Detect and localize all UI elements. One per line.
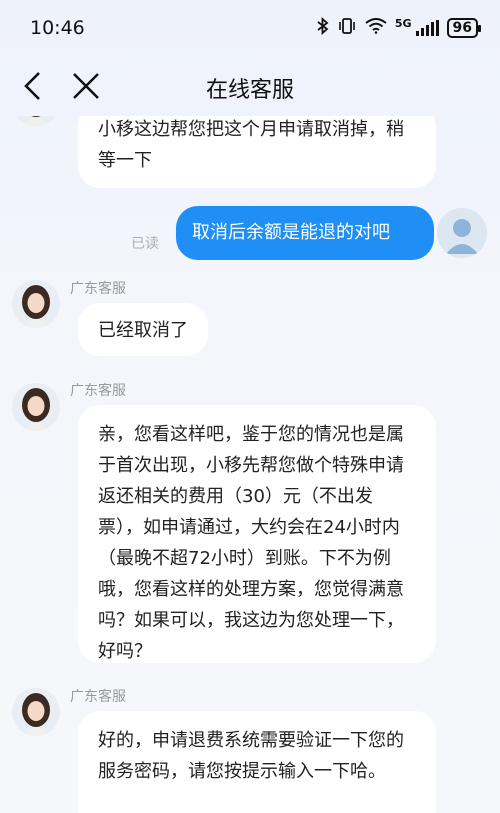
agent-name: 广东客服 [70,383,126,399]
battery-level: 96 [446,18,482,38]
message-text: 已经取消了 [98,320,188,341]
agent-avatar[interactable] [12,280,60,328]
user-silhouette-icon [437,208,487,258]
user-message[interactable]: 取消后余额是能退的对吧 [176,206,434,260]
wifi-icon [365,18,387,38]
agent-message[interactable]: 已经取消了 [78,303,208,356]
agent-message[interactable]: 好的，申请退费系统需要验证一下您的服务密码，请您按提示输入一下哈。 [78,711,436,813]
page-title: 在线客服 [205,78,294,103]
agent-name: 广东客服 [70,689,126,705]
agent-message[interactable]: 小移这边帮您把这个月申请取消掉，稍等一下 [78,116,436,188]
header: 在线客服 [0,56,500,116]
status-bar: 10:46 5G 96 [0,0,500,56]
status-icons: 5G 96 [317,16,482,39]
message-text: 小移这边帮您把这个月申请取消掉，稍等一下 [98,119,404,171]
user-avatar[interactable] [437,208,487,258]
signal-icon [415,20,439,36]
message-text: 亲，您看这样吧，鉴于您的情况也是属于首次出现，小移先帮您做个特殊申请返还相关的费… [98,424,404,662]
agent-avatar[interactable] [12,383,60,431]
message-text: 取消后余额是能退的对吧 [192,222,390,243]
network-type-label: 5G [394,17,412,30]
agent-avatar[interactable] [12,688,60,736]
read-status: 已读 [131,236,159,252]
agent-avatar[interactable] [12,116,60,126]
agent-name: 广东客服 [70,281,126,297]
status-time: 10:46 [30,17,85,39]
bluetooth-icon [317,16,329,39]
vibrate-icon [337,17,357,39]
agent-message[interactable]: 亲，您看这样吧，鉴于您的情况也是属于首次出现，小移先帮您做个特殊申请返还相关的费… [78,405,436,663]
chat-list[interactable]: 小移这边帮您把这个月申请取消掉，稍等一下 已读 取消后余额是能退的对吧 广东客服… [0,116,500,813]
message-text: 好的，申请退费系统需要验证一下您的服务密码，请您按提示输入一下哈。 [98,730,404,782]
